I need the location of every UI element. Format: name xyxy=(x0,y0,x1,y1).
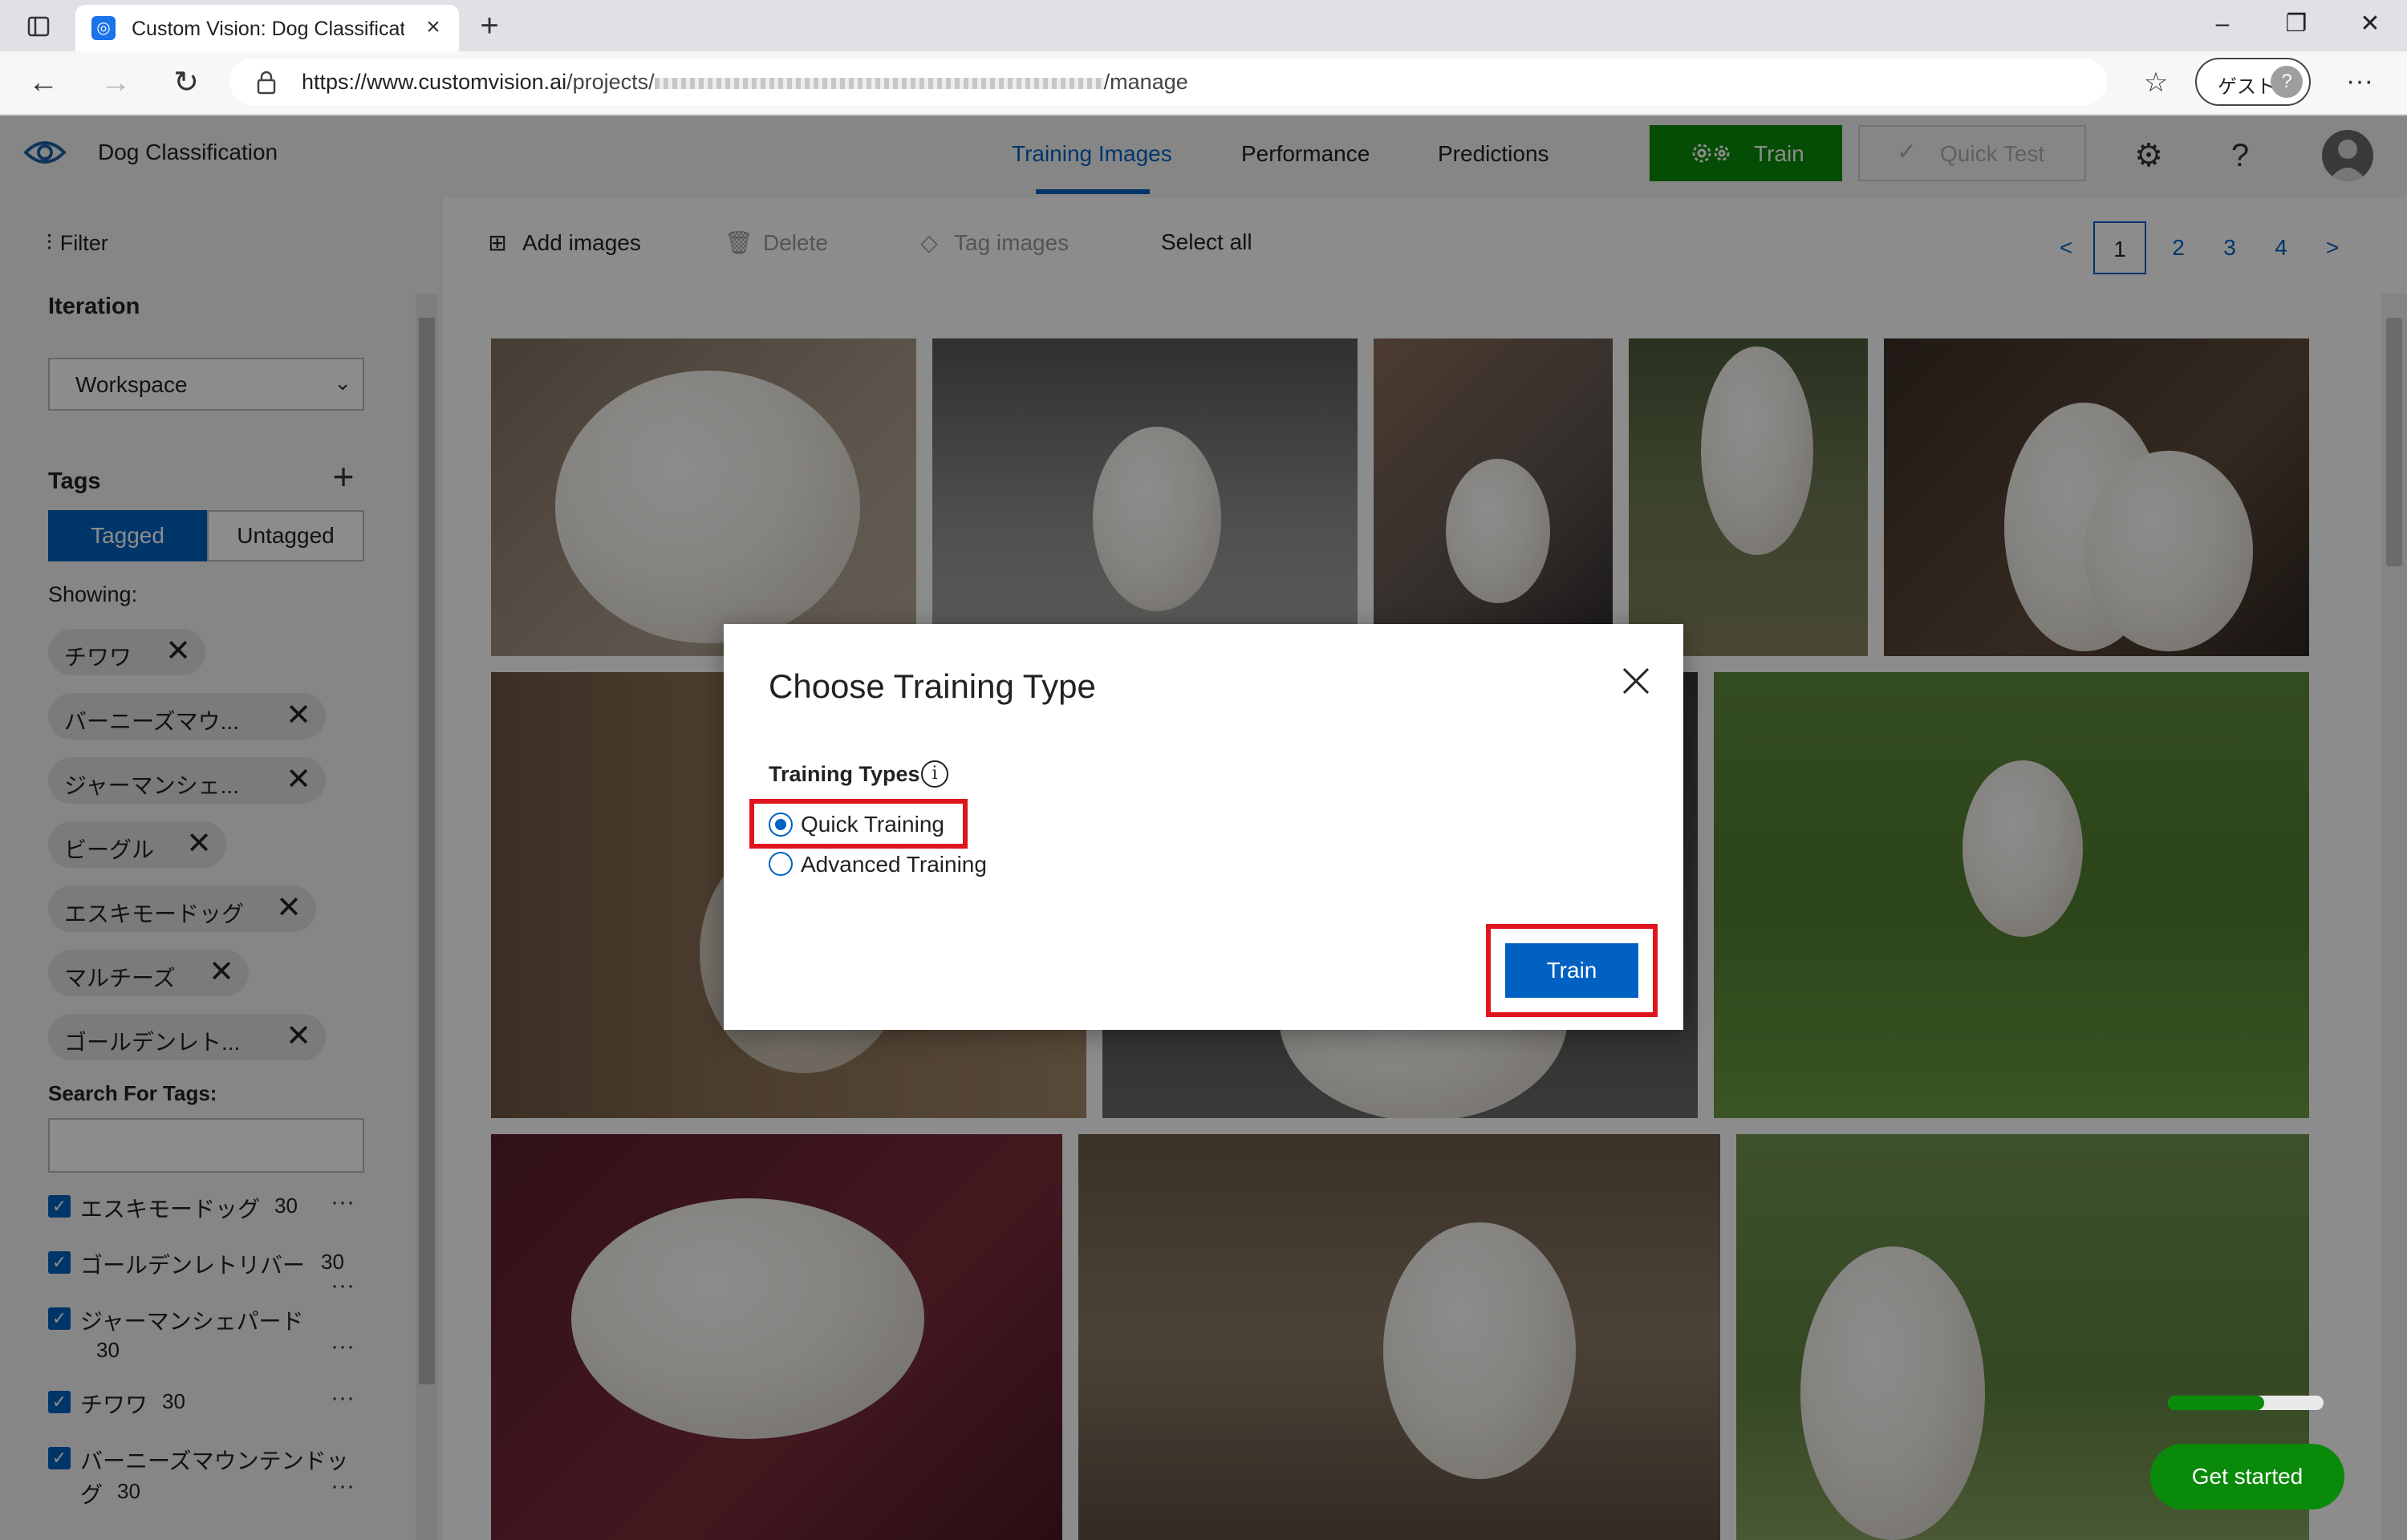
tab-actions-icon[interactable] xyxy=(14,11,63,42)
lock-icon xyxy=(257,71,276,95)
browser-tab-bar: ◎ Custom Vision: Dog Classificatio × + –… xyxy=(0,0,2407,51)
url-redacted-segment xyxy=(654,77,1104,89)
choose-training-type-dialog: Choose Training Type Training Types i Qu… xyxy=(724,624,1683,1030)
url-text: https://www.customvision.ai/projects//ma… xyxy=(302,70,1188,94)
restore-icon[interactable]: ❐ xyxy=(2272,6,2320,42)
quick-training-label[interactable]: Quick Training xyxy=(801,812,944,837)
quick-training-radio[interactable] xyxy=(769,813,793,837)
guest-profile-button[interactable]: ゲスト ? xyxy=(2195,58,2311,106)
window-close-icon[interactable]: ✕ xyxy=(2346,6,2394,42)
get-started-progress-fill xyxy=(2168,1396,2265,1410)
back-icon[interactable]: ← xyxy=(21,63,66,103)
advanced-training-radio[interactable] xyxy=(769,852,793,876)
get-started-progress xyxy=(2168,1396,2324,1410)
info-icon[interactable]: i xyxy=(921,760,948,788)
minimize-icon[interactable]: – xyxy=(2198,6,2247,42)
more-menu-icon[interactable]: ··· xyxy=(2340,63,2380,103)
dialog-train-button[interactable]: Train xyxy=(1505,943,1638,998)
get-started-button[interactable]: Get started xyxy=(2150,1444,2344,1510)
tab-title: Custom Vision: Dog Classificatio xyxy=(132,18,404,40)
dialog-title: Choose Training Type xyxy=(769,667,1096,705)
forward-icon: → xyxy=(100,66,131,99)
guest-avatar-icon: ? xyxy=(2271,66,2303,98)
favorites-icon[interactable]: ☆ xyxy=(2136,63,2176,103)
new-tab-icon[interactable]: + xyxy=(472,8,507,43)
customvision-favicon-icon: ◎ xyxy=(91,16,116,40)
training-types-label: Training Types xyxy=(769,762,920,786)
tab-close-icon[interactable]: × xyxy=(420,14,446,40)
guest-label: ゲスト xyxy=(2218,76,2275,98)
advanced-training-label[interactable]: Advanced Training xyxy=(801,852,987,877)
dialog-close-icon[interactable] xyxy=(1616,661,1656,701)
browser-tab[interactable]: ◎ Custom Vision: Dog Classificatio × xyxy=(75,5,459,51)
reload-icon[interactable]: ↻ xyxy=(164,63,209,103)
address-bar: ← → ↻ https://www.customvision.ai/projec… xyxy=(0,51,2407,116)
url-field[interactable]: https://www.customvision.ai/projects//ma… xyxy=(229,59,2107,105)
